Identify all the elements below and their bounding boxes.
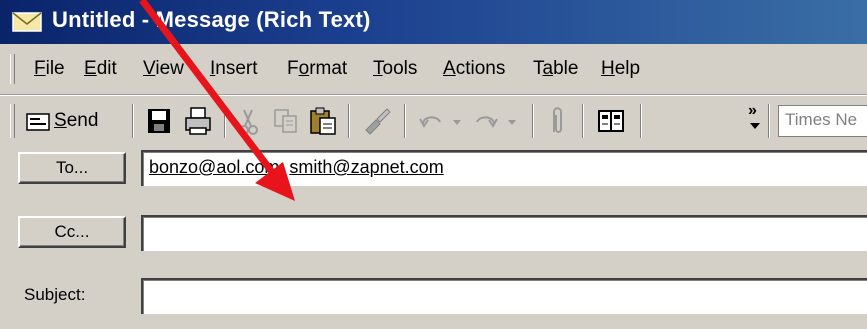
to-recipients: bonzo@aol.com; smith@zapnet.com	[149, 157, 444, 177]
subject-field[interactable]	[141, 278, 867, 314]
menu-actions[interactable]: Actions	[443, 58, 505, 80]
send-button[interactable]: Send	[22, 104, 126, 138]
toolbar-separator	[348, 104, 350, 138]
toolbar-overflow-icon[interactable]: »	[748, 102, 757, 120]
print-icon[interactable]	[183, 104, 213, 138]
menu-table[interactable]: Table	[533, 58, 578, 80]
paste-icon[interactable]	[308, 104, 338, 138]
chevron-down-icon	[750, 123, 760, 129]
to-field[interactable]: bonzo@aol.com; smith@zapnet.com	[141, 150, 867, 186]
toolbar-separator	[582, 104, 584, 138]
envelope-icon	[12, 12, 42, 32]
to-button[interactable]: To...	[18, 152, 126, 184]
message-header-area: To... bonzo@aol.com; smith@zapnet.com Cc…	[0, 146, 867, 329]
standard-toolbar: Send » Times Ne	[0, 95, 867, 147]
menu-help[interactable]: Help	[601, 58, 640, 80]
cc-field[interactable]	[141, 215, 867, 251]
save-icon[interactable]	[146, 104, 172, 138]
subject-label: Subject:	[24, 285, 86, 304]
attach-icon[interactable]	[546, 104, 568, 138]
toolbar-separator	[404, 104, 406, 138]
menu-bar: File Edit View Insert Format Tools Actio…	[0, 44, 867, 95]
toolbar-grip[interactable]	[10, 104, 15, 138]
format-painter-icon[interactable]	[360, 104, 394, 138]
toolbar-separator	[532, 104, 534, 138]
menubar-grip[interactable]	[10, 54, 15, 84]
redo-icon[interactable]	[470, 104, 520, 138]
font-name-combobox[interactable]: Times Ne	[778, 105, 867, 137]
toolbar-separator	[132, 104, 134, 138]
window-title: Untitled - Message (Rich Text)	[52, 7, 371, 32]
address-book-icon[interactable]	[596, 104, 626, 138]
undo-icon[interactable]	[415, 104, 465, 138]
toolbar-separator	[224, 104, 226, 138]
menu-file[interactable]: File	[34, 58, 65, 80]
cut-icon[interactable]	[236, 104, 260, 138]
send-label: Send	[54, 110, 99, 131]
menu-view[interactable]: View	[143, 58, 184, 80]
cc-button[interactable]: Cc...	[18, 216, 126, 248]
font-name-value: Times Ne	[785, 110, 858, 129]
send-icon	[26, 113, 50, 131]
menu-format[interactable]: Format	[287, 58, 347, 80]
toolbar-separator	[768, 104, 770, 138]
title-bar: Untitled - Message (Rich Text)	[0, 0, 867, 44]
menu-insert[interactable]: Insert	[210, 58, 258, 80]
menu-tools[interactable]: Tools	[373, 58, 417, 80]
copy-icon[interactable]	[272, 104, 300, 138]
toolbar-separator	[640, 104, 642, 138]
menu-edit[interactable]: Edit	[84, 58, 117, 80]
